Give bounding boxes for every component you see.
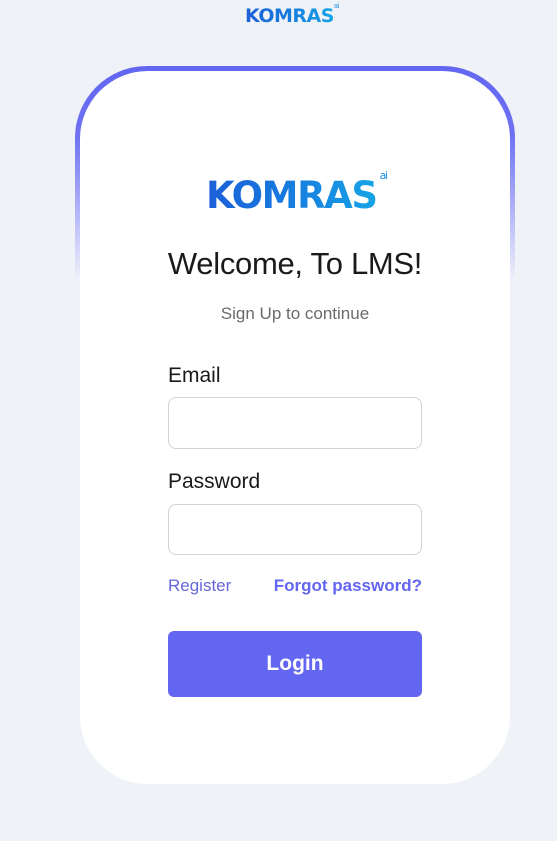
email-field[interactable] — [168, 397, 422, 449]
header-logo: KOMRAS ai — [245, 3, 339, 27]
subtitle: Sign Up to continue — [220, 304, 370, 323]
header-logo-wordmark: KOMRAS — [245, 5, 334, 27]
header-logo-superscript: ai — [333, 2, 340, 10]
welcome-title: Welcome, To LMS! — [167, 246, 423, 281]
password-field[interactable] — [168, 504, 422, 555]
email-label: Email — [168, 364, 221, 387]
password-label: Password — [168, 470, 261, 493]
forgot-password-link[interactable]: Forgot password? — [274, 576, 422, 596]
register-link[interactable]: Register — [168, 576, 231, 596]
login-button[interactable]: Login — [168, 631, 422, 697]
card-logo-wordmark: KOMRAS — [206, 174, 378, 217]
card-logo-superscript: ai — [379, 169, 388, 182]
card-logo: KOMRAS ai — [206, 170, 388, 217]
